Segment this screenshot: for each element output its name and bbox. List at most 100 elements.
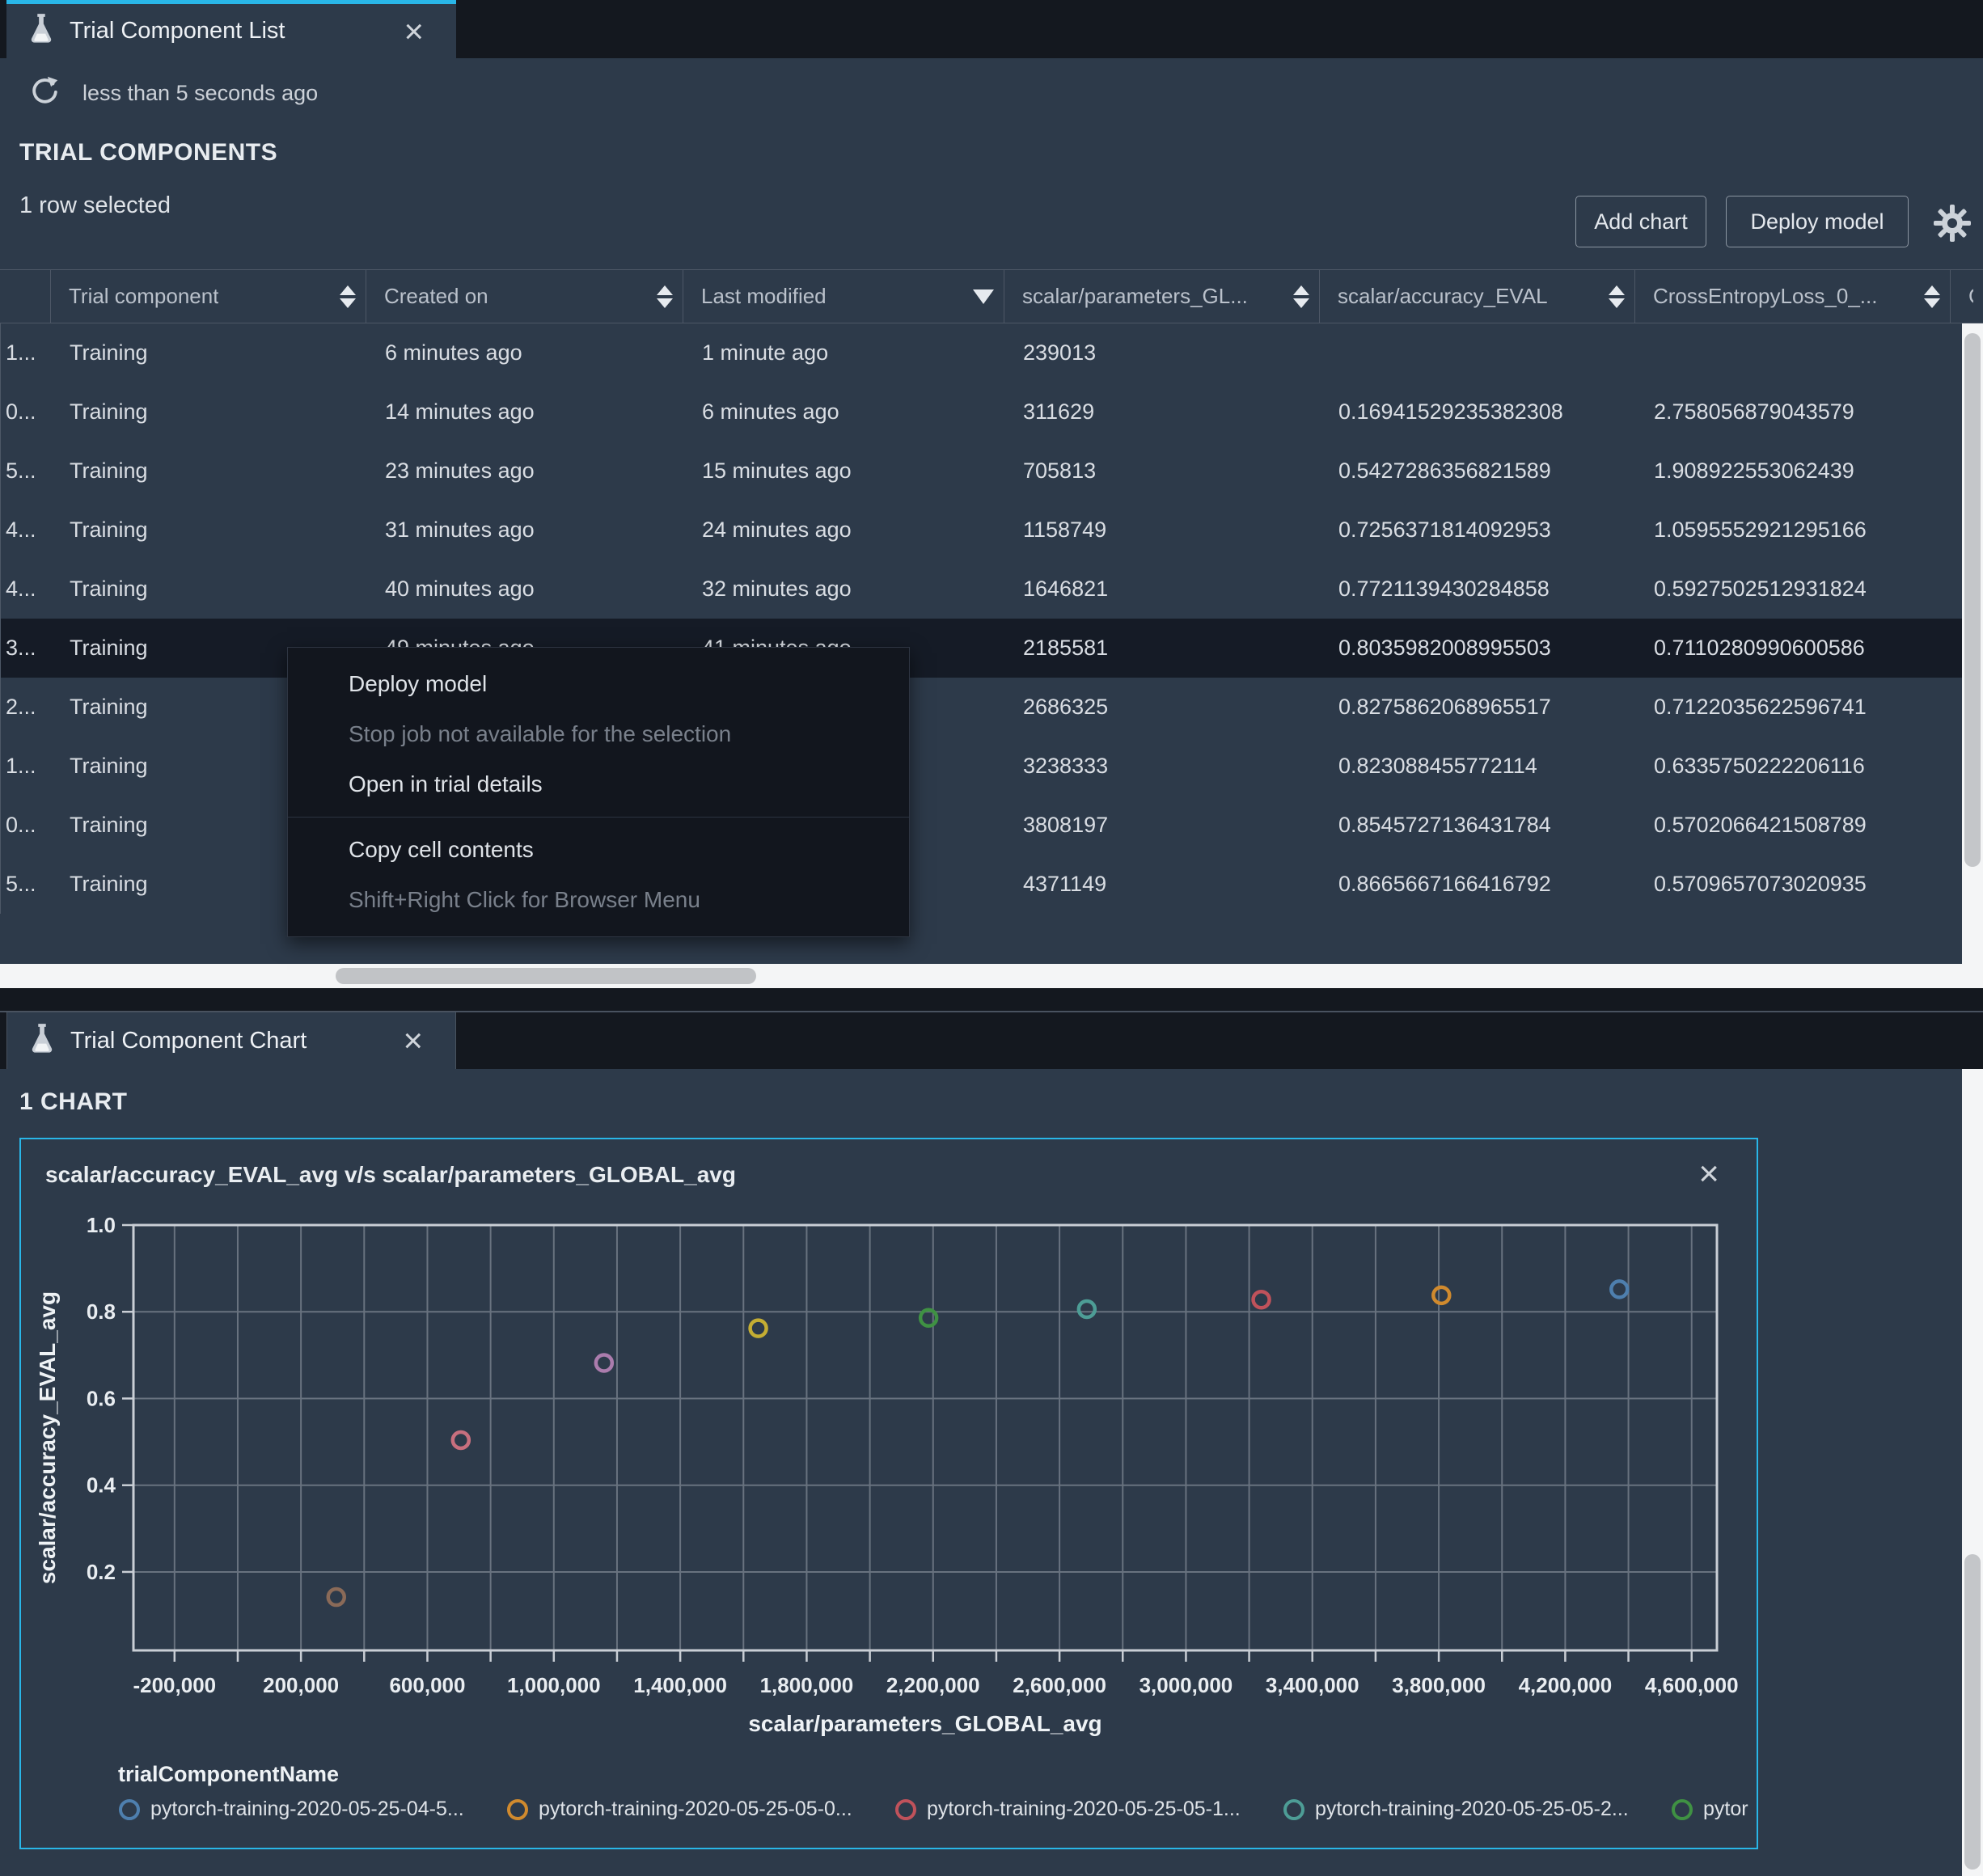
cell-accuracy: 0.5427286356821589 (1338, 458, 1551, 483)
column-header-blank[interactable] (0, 270, 51, 323)
vertical-scrollbar[interactable] (1962, 323, 1983, 964)
cell-cross-entropy: 0.5702066421508789 (1654, 813, 1867, 837)
svg-text:1,800,000: 1,800,000 (760, 1673, 854, 1697)
table-row[interactable]: 5... Training 23 minutes ago 15 minutes ago… (1, 442, 1983, 501)
menu-item-copy-cell-contents[interactable]: Copy cell contents (288, 825, 909, 875)
menu-item-shift-right-click-for-browser-menu: Shift+Right Click for Browser Menu (349, 887, 700, 912)
cell-id: 1... (6, 754, 36, 778)
refresh-button[interactable] (27, 74, 61, 112)
menu-item-open-in-trial-details[interactable]: Open in trial details (288, 759, 909, 809)
scrollbar-thumb[interactable] (1964, 1554, 1981, 1870)
svg-text:2,600,000: 2,600,000 (1013, 1673, 1106, 1697)
table-row[interactable]: 4... Training 31 minutes ago 24 minutes ago… (1, 501, 1983, 560)
column-header-c[interactable]: C (1951, 270, 1983, 323)
legend-marker-icon (1283, 1798, 1304, 1820)
cell-last-modified: 15 minutes ago (702, 458, 852, 483)
tab-trial-component-list[interactable]: Trial Component List × (6, 0, 456, 58)
svg-text:1.0: 1.0 (87, 1213, 116, 1237)
scrollbar-thumb[interactable] (1964, 333, 1981, 867)
cell-last-modified: 1 minute ago (702, 340, 829, 365)
menu-item-deploy-model[interactable]: Deploy model (288, 659, 909, 709)
cell-parameters: 705813 (1023, 458, 1097, 483)
cell-accuracy: 0.7721139430284858 (1338, 577, 1550, 601)
legend-item[interactable]: pytorch-training-2020-05-25-05-2... (1283, 1798, 1629, 1821)
cell-accuracy: 0.16941529235382308 (1338, 399, 1563, 424)
list-tabbar: Trial Component List × (0, 0, 1983, 58)
table-row[interactable]: 1... Training 6 minutes ago 1 minute ago 239… (1, 323, 1983, 382)
cell-id: 3... (6, 636, 36, 660)
close-icon[interactable]: × (404, 14, 424, 49)
svg-text:scalar/parameters_GLOBAL_avg: scalar/parameters_GLOBAL_avg (748, 1711, 1101, 1736)
legend-item[interactable]: pytorch-training-2020-05-25-05-1... (895, 1798, 1241, 1821)
column-label: C (1968, 284, 1973, 309)
chart-title: scalar/accuracy_EVAL_avg v/s scalar/para… (45, 1162, 736, 1187)
gear-icon[interactable] (1933, 204, 1972, 247)
column-header-created-on[interactable]: Created on (366, 270, 683, 323)
sort-icon (1917, 285, 1940, 308)
deploy-model-button[interactable]: Deploy model (1726, 196, 1909, 247)
trial-component-list-panel: Trial Component List × less than 5 secon… (0, 0, 1983, 988)
cell-accuracy: 0.8665667166416792 (1338, 872, 1551, 896)
cell-created-on: 6 minutes ago (385, 340, 522, 365)
column-header-crossentropyloss-0[interactable]: CrossEntropyLoss_0_... (1635, 270, 1951, 323)
data-point (594, 1353, 615, 1373)
cell-accuracy: 0.8275862068965517 (1338, 695, 1551, 719)
close-icon[interactable]: × (403, 1024, 423, 1058)
data-point (450, 1430, 471, 1451)
legend-marker-icon (119, 1798, 140, 1820)
selection-status: 1 row selected (19, 192, 171, 218)
cell-parameters: 3808197 (1023, 813, 1109, 837)
cell-id: 4... (6, 518, 36, 542)
legend-title: trialComponentName (118, 1762, 340, 1786)
cell-parameters: 239013 (1023, 340, 1097, 365)
table-row[interactable]: 0... Training 14 minutes ago 6 minutes ago 3… (1, 382, 1983, 442)
cell-created-on: 14 minutes ago (385, 399, 535, 424)
menu-item-stop-job-not-available-for-the-selection: Stop job not available for the selection (349, 721, 732, 746)
column-label: CrossEntropyLoss_0_... (1653, 284, 1878, 308)
add-chart-button[interactable]: Add chart (1575, 196, 1706, 247)
column-label: scalar/parameters_GL... (1022, 284, 1248, 308)
cell-id: 2... (6, 695, 36, 719)
svg-text:1,400,000: 1,400,000 (633, 1673, 727, 1697)
cell-trial-component: Training (70, 518, 148, 542)
svg-text:0.6: 0.6 (87, 1386, 116, 1410)
cell-accuracy: 0.8545727136431784 (1338, 813, 1551, 837)
column-header-scalar-accuracy-eval[interactable]: scalar/accuracy_EVAL (1320, 270, 1635, 323)
cell-id: 0... (6, 813, 36, 837)
legend-item[interactable]: pytorch-training-2020-05-25-05-0... (507, 1798, 852, 1821)
sort-icon (1602, 285, 1625, 308)
scrollbar-thumb[interactable] (336, 968, 756, 984)
cell-accuracy: 0.8035982008995503 (1338, 636, 1551, 660)
cell-created-on: 40 minutes ago (385, 577, 535, 601)
legend-label: pytorch-training-2020-05-25-05-0... (539, 1798, 852, 1820)
cell-cross-entropy: 0.5709657073020935 (1654, 872, 1867, 896)
close-icon[interactable]: × (1698, 1154, 1719, 1194)
data-point (748, 1318, 768, 1338)
horizontal-scrollbar[interactable] (0, 964, 1983, 988)
cell-parameters: 1158749 (1023, 518, 1107, 542)
cell-accuracy: 0.823088455772114 (1338, 754, 1537, 778)
svg-text:3,800,000: 3,800,000 (1392, 1673, 1486, 1697)
column-label: Created on (384, 284, 488, 308)
sort-icon (333, 285, 356, 308)
cell-parameters: 2686325 (1023, 695, 1109, 719)
cell-created-on: 31 minutes ago (385, 518, 535, 542)
table-row[interactable]: 4... Training 40 minutes ago 32 minutes ago… (1, 560, 1983, 619)
legend-marker-icon (895, 1798, 916, 1820)
legend-item[interactable]: pytorch-training-2020-05-25-04-5... (119, 1798, 464, 1821)
tab-trial-component-chart[interactable]: Trial Component Chart × (6, 1012, 456, 1069)
refresh-status: less than 5 seconds ago (82, 81, 319, 105)
column-header-scalar-parameters-gl[interactable]: scalar/parameters_GL... (1004, 270, 1320, 323)
legend-item[interactable]: pytor (1672, 1798, 1748, 1821)
data-point (326, 1587, 347, 1608)
cell-parameters: 311629 (1023, 399, 1095, 424)
cell-cross-entropy: 1.908922553062439 (1654, 458, 1854, 483)
sort-icon (1287, 285, 1309, 308)
legend-marker-icon (1672, 1798, 1693, 1820)
sort-icon (650, 285, 673, 308)
column-header-trial-component[interactable]: Trial component (51, 270, 366, 323)
cell-cross-entropy: 0.7110280990600586 (1654, 636, 1865, 660)
data-point (1076, 1299, 1097, 1320)
column-header-last-modified[interactable]: Last modified (683, 270, 1004, 323)
vertical-scrollbar[interactable] (1962, 1069, 1983, 1876)
